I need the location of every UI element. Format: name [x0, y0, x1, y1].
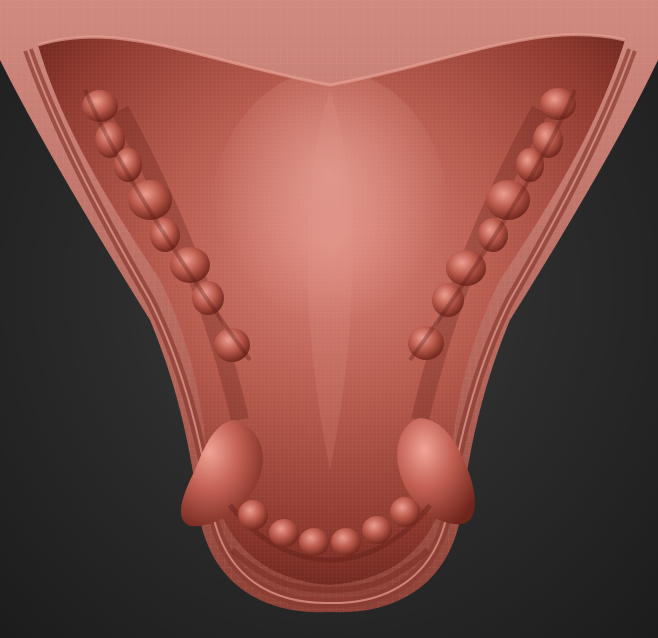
sculpt-viewport[interactable] — [0, 0, 658, 638]
sculpt-render — [0, 0, 658, 613]
tooth — [362, 516, 392, 544]
tooth — [331, 528, 361, 556]
tooth — [390, 497, 420, 527]
tooth — [269, 519, 299, 547]
tooth — [238, 500, 268, 530]
tooth — [299, 528, 329, 556]
